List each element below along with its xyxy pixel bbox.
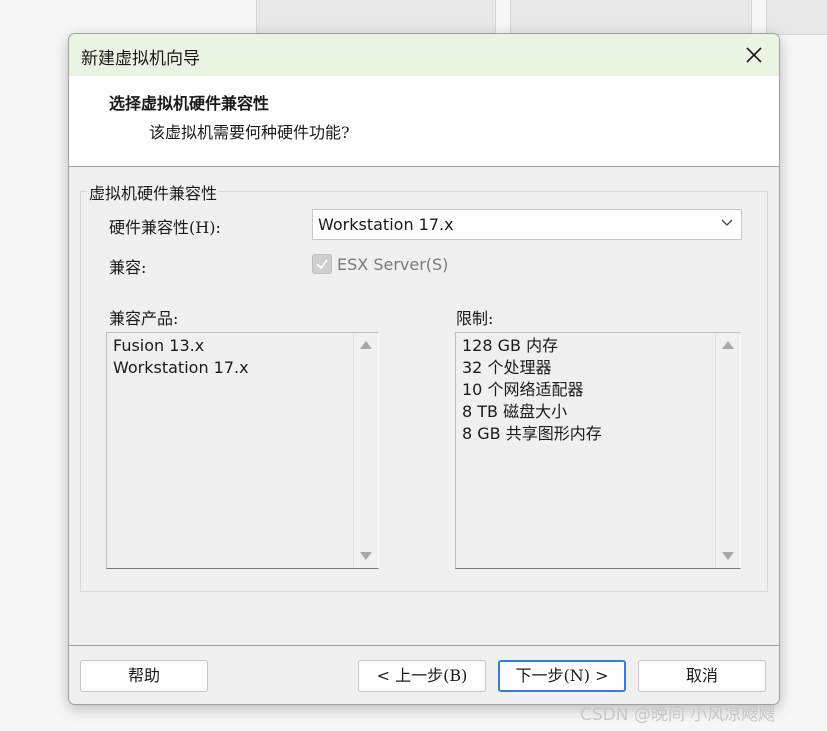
products-scrollbar[interactable] xyxy=(353,333,378,568)
scroll-down-arrow-icon[interactable] xyxy=(360,552,372,560)
compatible-products-list[interactable]: Fusion 13.x Workstation 17.x xyxy=(106,332,379,569)
next-button[interactable]: 下一步(N) > xyxy=(498,660,626,692)
background-window-fragment xyxy=(256,0,496,35)
page-title: 选择虚拟机硬件兼容性 xyxy=(109,94,270,113)
list-item: 10 个网络适配器 xyxy=(462,380,584,399)
new-vm-wizard-dialog: 新建虚拟机向导 选择虚拟机硬件兼容性 该虚拟机需要何种硬件功能? 虚拟机硬件兼容… xyxy=(68,33,780,705)
compatible-label: 兼容: xyxy=(109,258,147,277)
list-item: 128 GB 内存 xyxy=(462,336,559,355)
limits-label: 限制: xyxy=(456,309,494,328)
scroll-up-arrow-icon[interactable] xyxy=(722,341,734,349)
back-button[interactable]: < 上一步(B) xyxy=(358,660,486,692)
esx-server-checkbox[interactable] xyxy=(312,254,332,274)
cancel-button[interactable]: 取消 xyxy=(638,660,766,692)
close-icon xyxy=(746,47,762,63)
esx-server-label: ESX Server(S) xyxy=(337,255,449,274)
compat-select[interactable]: Workstation 17.x xyxy=(312,209,742,240)
scroll-down-arrow-icon[interactable] xyxy=(722,552,734,560)
products-label: 兼容产品: xyxy=(109,309,179,328)
limits-list[interactable]: 128 GB 内存 32 个处理器 10 个网络适配器 8 TB 磁盘大小 8 … xyxy=(455,332,741,569)
close-button[interactable] xyxy=(739,40,769,70)
products-items: Fusion 13.x Workstation 17.x xyxy=(113,335,249,379)
background-window-fragment xyxy=(766,0,827,35)
compat-label: 硬件兼容性(H): xyxy=(109,218,221,237)
limits-scrollbar[interactable] xyxy=(715,333,740,568)
list-item: 8 TB 磁盘大小 xyxy=(462,402,568,421)
window-title: 新建虚拟机向导 xyxy=(81,49,200,69)
compat-select-value: Workstation 17.x xyxy=(318,215,454,234)
help-button[interactable]: 帮助 xyxy=(80,660,208,692)
wizard-header: 选择虚拟机硬件兼容性 该虚拟机需要何种硬件功能? xyxy=(69,76,779,167)
chevron-down-icon xyxy=(721,219,733,226)
list-item: Workstation 17.x xyxy=(113,358,249,377)
list-item: Fusion 13.x xyxy=(113,336,205,355)
footer-divider xyxy=(69,645,779,646)
group-legend: 虚拟机硬件兼容性 xyxy=(87,180,220,204)
list-item: 8 GB 共享图形内存 xyxy=(462,424,602,443)
list-item: 32 个处理器 xyxy=(462,358,552,377)
title-bar[interactable]: 新建虚拟机向导 xyxy=(69,34,779,76)
limits-items: 128 GB 内存 32 个处理器 10 个网络适配器 8 TB 磁盘大小 8 … xyxy=(462,335,602,445)
scroll-up-arrow-icon[interactable] xyxy=(360,341,372,349)
page-subtitle: 该虚拟机需要何种硬件功能? xyxy=(149,123,350,142)
checkmark-icon xyxy=(316,259,328,270)
watermark: CSDN @晚间 小风凉飕飕 xyxy=(580,705,776,725)
background-window-fragment xyxy=(510,0,752,35)
